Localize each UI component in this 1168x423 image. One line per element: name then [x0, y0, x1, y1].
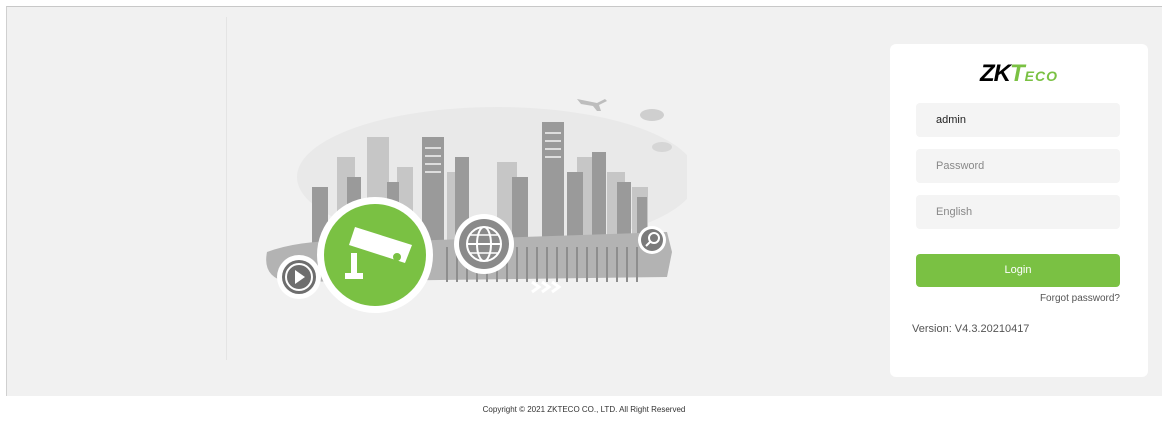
username-field[interactable]: admin — [916, 103, 1120, 137]
version-label: Version: V4.3.20210417 — [912, 323, 1030, 335]
search-icon — [638, 226, 666, 254]
forgot-password-link[interactable]: Forgot password? — [1040, 293, 1120, 304]
city-illustration — [266, 99, 687, 313]
cloud-icon — [640, 109, 664, 121]
copyright-text: Copyright © 2021 ZKTECO CO., LTD. All Ri… — [482, 405, 686, 414]
login-card: ZKTECO admin Password English Login Forg… — [890, 44, 1148, 377]
login-button[interactable]: Login — [916, 254, 1120, 287]
camera-icon — [317, 197, 433, 313]
play-icon — [277, 255, 321, 299]
airplane-icon — [577, 99, 607, 111]
divider — [226, 17, 227, 360]
page-background: ZKTECO admin Password English Login Forg… — [6, 6, 1162, 396]
zkteco-logo: ZKTECO — [979, 60, 1058, 87]
language-select[interactable]: English — [916, 195, 1120, 229]
globe-icon — [454, 214, 514, 274]
password-field[interactable]: Password — [916, 149, 1120, 183]
